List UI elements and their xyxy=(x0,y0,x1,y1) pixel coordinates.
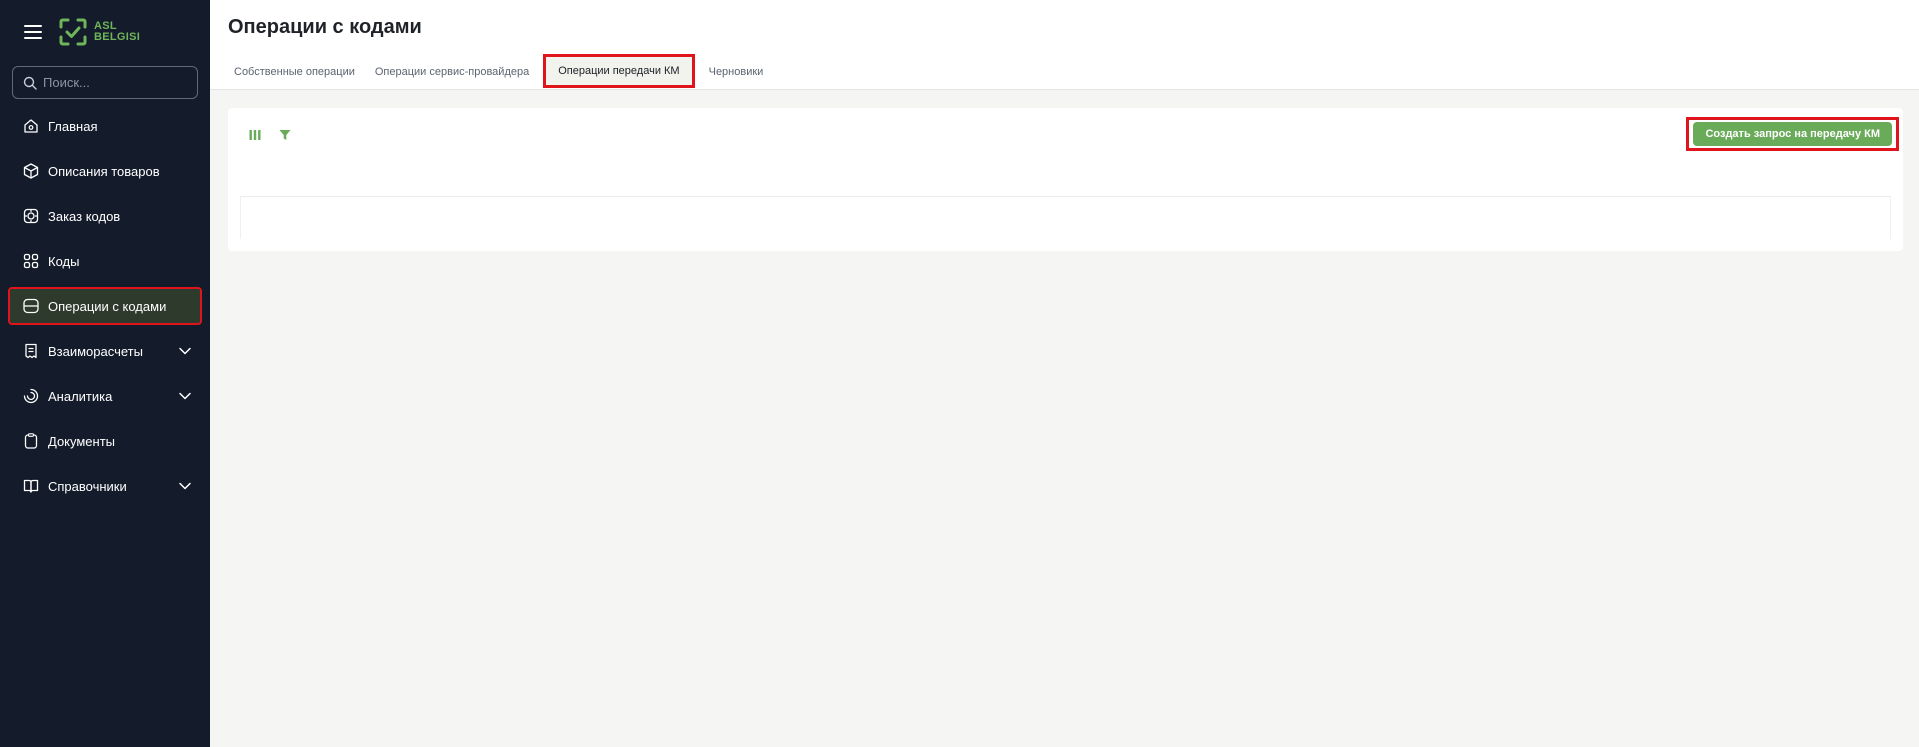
chevron-down-icon[interactable] xyxy=(178,344,192,358)
sidebar-item-label: Главная xyxy=(48,118,98,134)
qr-codes-icon xyxy=(22,252,40,270)
create-transfer-request-button[interactable]: Создать запрос на передачу КМ xyxy=(1693,122,1892,146)
logo-text-line2: BELGISI xyxy=(94,31,141,43)
sidebar-header: ASL BELGISI xyxy=(0,0,210,64)
code-order-icon xyxy=(22,207,40,225)
box-icon xyxy=(22,162,40,180)
operations-card: Создать запрос на передачу КМ xyxy=(228,108,1903,251)
sidebar-item-code-order[interactable]: Заказ кодов xyxy=(10,199,200,233)
analytics-icon xyxy=(22,387,40,405)
columns-icon[interactable] xyxy=(248,128,262,142)
search-input[interactable] xyxy=(43,75,183,90)
tab-service-provider-operations[interactable]: Операции сервис-провайдера xyxy=(365,55,539,89)
sidebar-item-label: Справочники xyxy=(48,478,127,494)
search-icon xyxy=(23,76,37,90)
app-root: ASL BELGISI Главная xyxy=(0,0,1919,747)
tab-km-transfer-operations[interactable]: Операции передачи КМ xyxy=(543,54,695,88)
sidebar-item-code-operations[interactable]: Операции с кодами xyxy=(8,287,202,325)
sidebar-item-label: Операции с кодами xyxy=(48,298,167,314)
book-icon xyxy=(22,477,40,495)
operations-table xyxy=(240,196,1891,239)
sidebar-item-references[interactable]: Справочники xyxy=(10,469,200,503)
page-header: Операции с кодами Собственные операции О… xyxy=(210,0,1919,90)
chevron-down-icon[interactable] xyxy=(178,389,192,403)
main-area: Операции с кодами Собственные операции О… xyxy=(210,0,1919,747)
page-title: Операции с кодами xyxy=(228,16,422,38)
sidebar-item-label: Заказ кодов xyxy=(48,208,121,224)
sidebar: ASL BELGISI Главная xyxy=(0,0,210,747)
search-box[interactable] xyxy=(12,66,198,99)
sidebar-item-product-descriptions[interactable]: Описания товаров xyxy=(10,154,200,188)
sidebar-item-label: Аналитика xyxy=(48,388,113,404)
tab-own-operations[interactable]: Собственные операции xyxy=(224,55,365,89)
sidebar-item-analytics[interactable]: Аналитика xyxy=(10,379,200,413)
sidebar-item-documents[interactable]: Документы xyxy=(10,424,200,458)
chevron-down-icon[interactable] xyxy=(178,479,192,493)
operations-icon xyxy=(22,297,40,315)
logo-icon xyxy=(59,18,87,46)
sidebar-item-label: Описания товаров xyxy=(48,163,160,179)
home-icon xyxy=(22,117,40,135)
content: Создать запрос на передачу КМ xyxy=(210,90,1919,251)
tab-drafts[interactable]: Черновики xyxy=(699,55,774,89)
receipt-icon xyxy=(22,342,40,360)
menu-icon[interactable] xyxy=(24,25,42,39)
sidebar-item-label: Взаиморасчеты xyxy=(48,343,143,359)
sidebar-nav: Главная Описания товаров Заказ кодов Код… xyxy=(0,109,210,503)
logo[interactable]: ASL BELGISI xyxy=(58,17,140,47)
table-toolbar xyxy=(248,128,292,142)
sidebar-item-settlements[interactable]: Взаиморасчеты xyxy=(10,334,200,368)
sidebar-item-codes[interactable]: Коды xyxy=(10,244,200,278)
sidebar-item-home[interactable]: Главная xyxy=(10,109,200,143)
tabs: Собственные операции Операции сервис-про… xyxy=(224,54,774,89)
logo-text: ASL BELGISI xyxy=(94,21,140,43)
sidebar-item-label: Коды xyxy=(48,253,80,269)
clipboard-icon xyxy=(22,432,40,450)
filter-icon[interactable] xyxy=(278,128,292,142)
create-button-highlight: Создать запрос на передачу КМ xyxy=(1686,117,1899,151)
sidebar-item-label: Документы xyxy=(48,433,116,449)
